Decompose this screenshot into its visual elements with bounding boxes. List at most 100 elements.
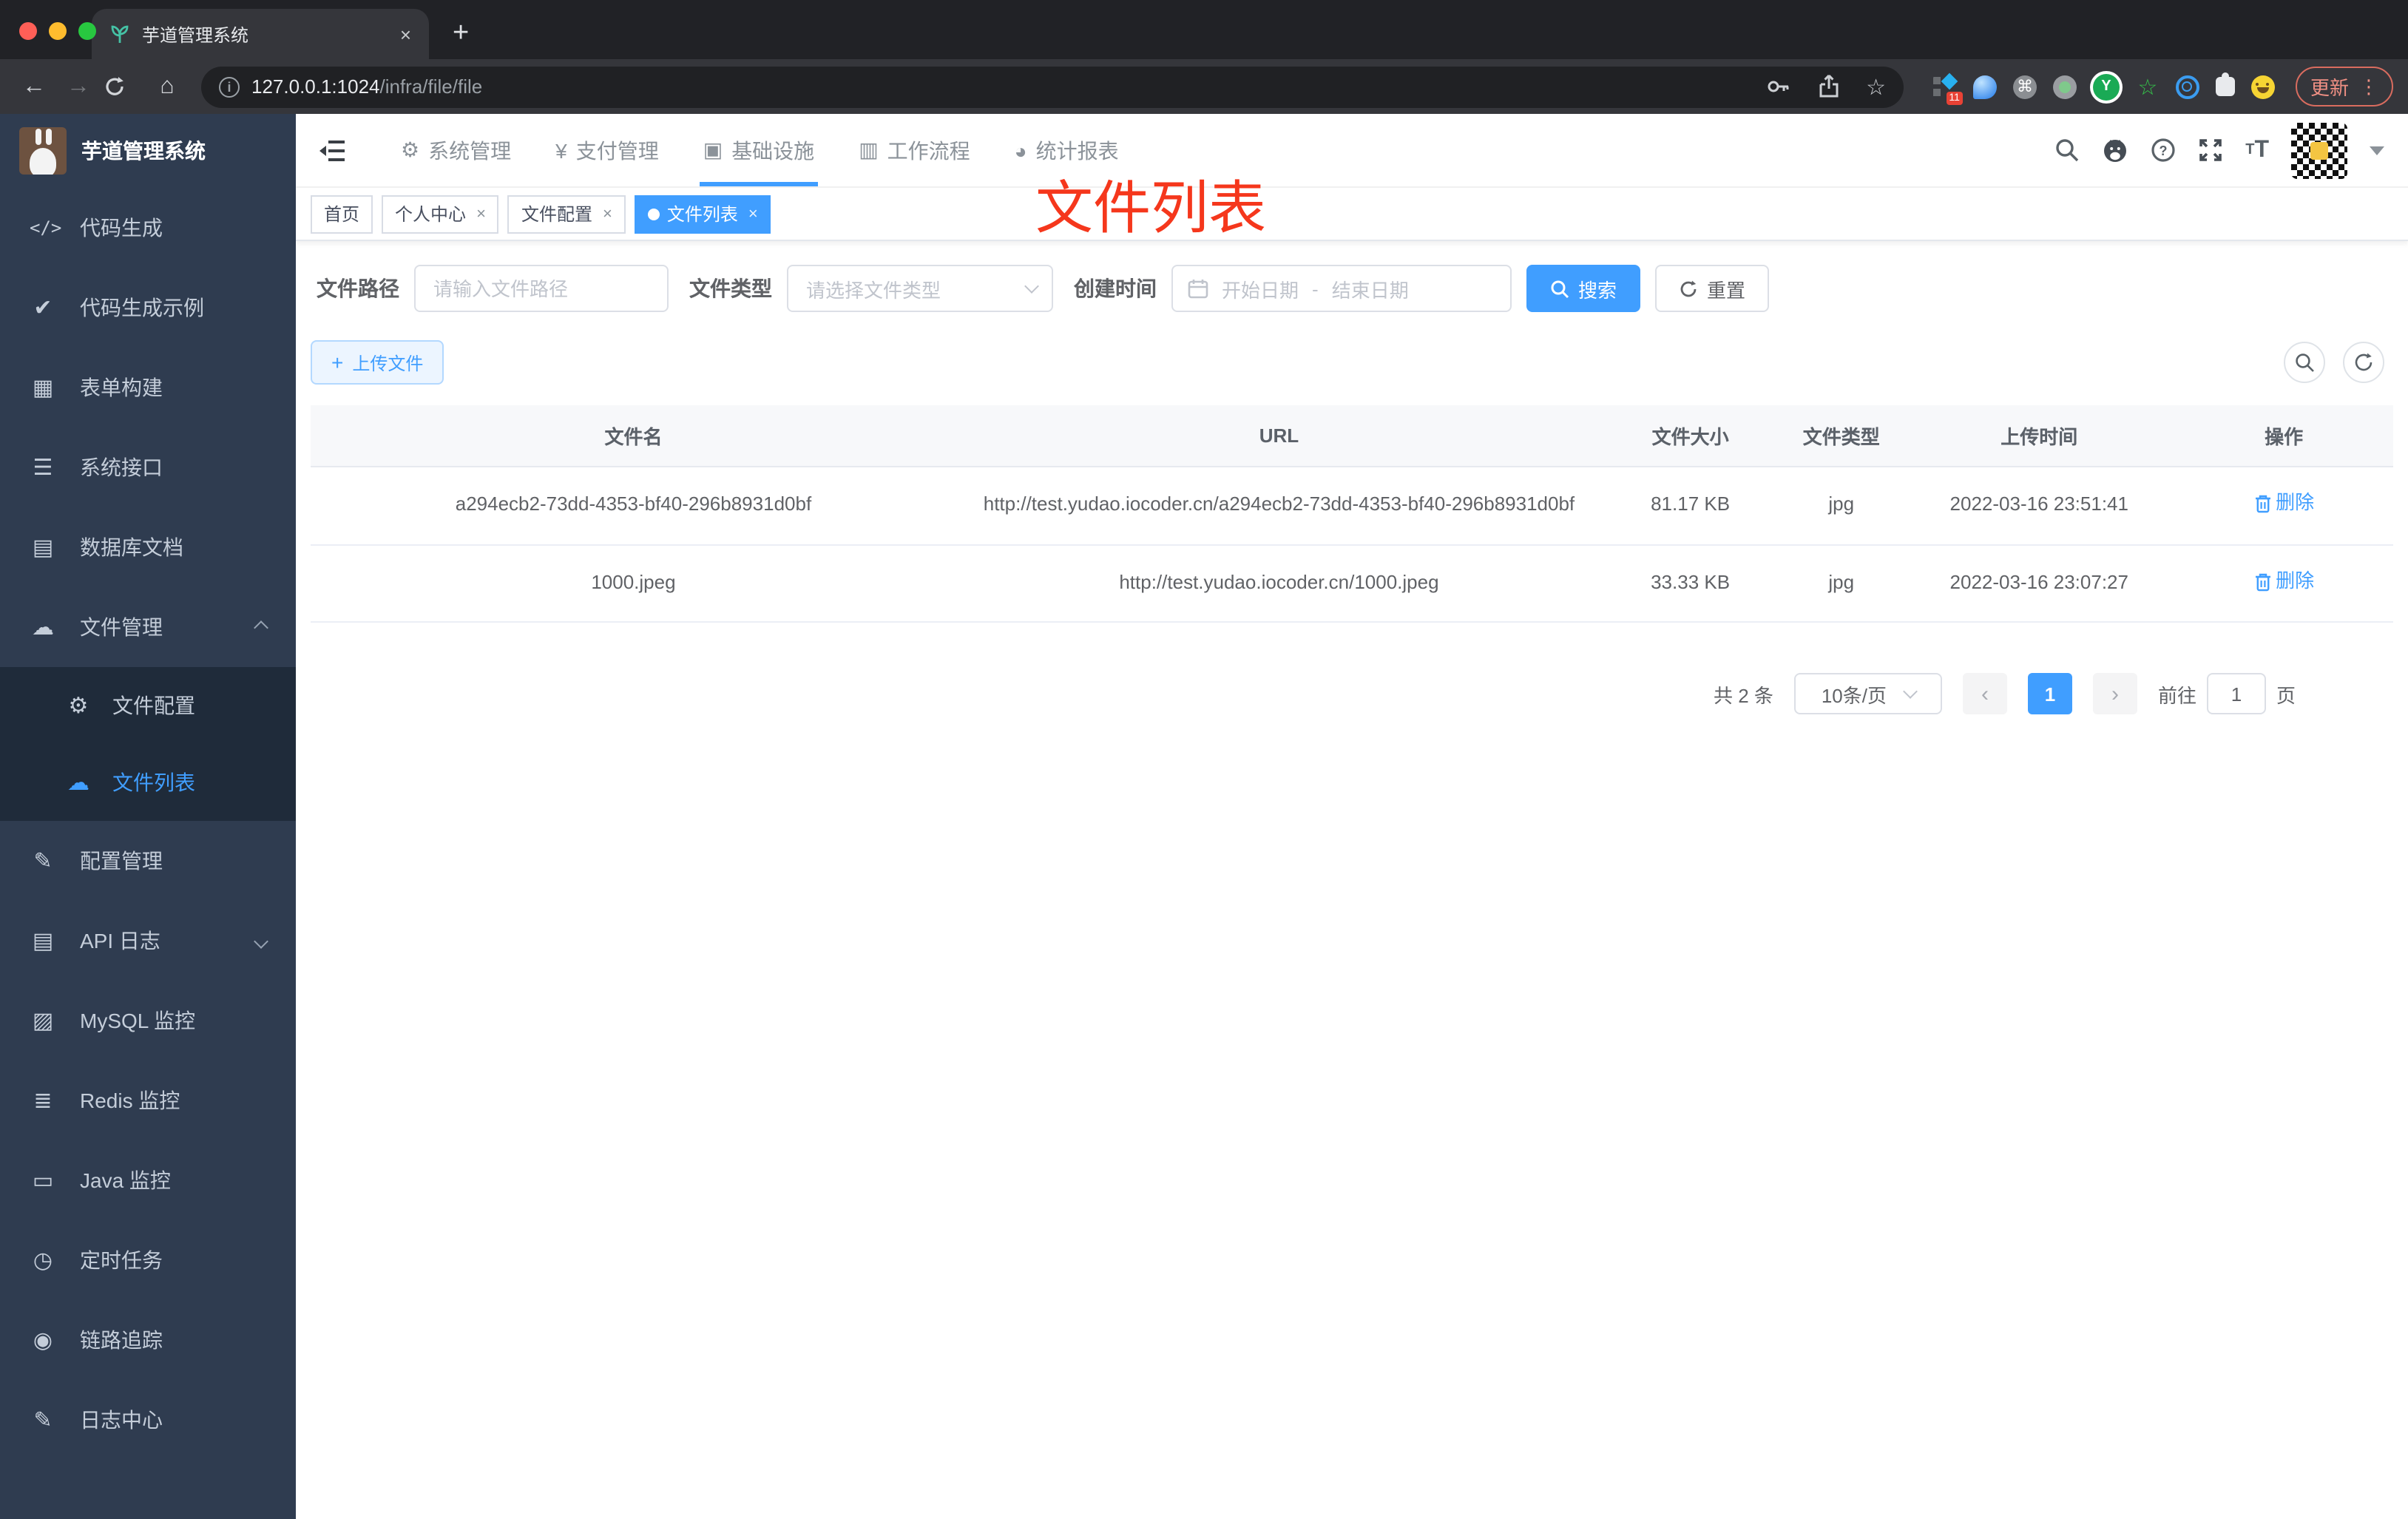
file-path-input[interactable] [414,265,669,312]
collapse-sidebar-icon[interactable] [319,138,346,162]
nav-infrastructure[interactable]: ▣ 基础设施 [681,114,836,186]
kebab-menu-icon: ⋮ [2359,75,2378,97]
sidebar-item-code-demo[interactable]: ✔ 代码生成示例 [0,268,296,348]
sidebar-item-form-builder[interactable]: ▦ 表单构建 [0,348,296,427]
extension-grid-diamond-icon[interactable]: 11 [1932,72,1963,104]
extension-pin-icon[interactable] [1972,75,1997,98]
help-icon[interactable]: ? [2151,138,2176,163]
sidebar-item-config-manage[interactable]: ✎ 配置管理 [0,821,296,901]
file-path-label: 文件路径 [317,277,399,300]
browser-tab[interactable]: 芋道管理系统 × [92,9,429,59]
close-window-button[interactable] [19,22,37,40]
sidebar-item-log-center[interactable]: ✎ 日志中心 [0,1380,296,1460]
extension-command-icon[interactable]: ⌘ [2012,75,2037,98]
close-icon[interactable]: × [476,205,486,223]
extension-emoji-icon[interactable] [2250,75,2275,98]
layers-icon: ≣ [33,1089,53,1114]
delete-button[interactable]: 删除 [2253,566,2314,597]
extension-y-icon[interactable]: Y [2092,73,2120,100]
extension-record-icon[interactable] [2052,75,2077,98]
sidebar-item-system-api[interactable]: ☰ 系统接口 [0,427,296,507]
form-icon: ▦ [32,376,54,401]
avatar-caret-icon[interactable] [2370,146,2384,155]
nav-pay-manage[interactable]: ¥ 支付管理 [533,114,681,186]
shield-check-icon: ✔ [33,296,53,321]
forward-icon[interactable]: → [59,74,98,98]
edit-icon: ✎ [33,849,53,874]
search-button[interactable]: 搜索 [1526,265,1641,312]
avatar[interactable] [2291,122,2347,178]
tag-file-config[interactable]: 文件配置 × [507,194,626,233]
page-size-select[interactable]: 10条/页 [1793,673,1942,715]
file-type-select[interactable]: 请选择文件类型 [787,265,1053,312]
refresh-table-button[interactable] [2343,342,2384,383]
toggle-search-button[interactable] [2284,342,2325,383]
fullscreen-icon[interactable] [2198,138,2223,163]
active-dot [647,208,660,220]
password-key-icon[interactable] [1765,74,1790,99]
tag-file-list[interactable]: 文件列表 × [634,194,771,233]
header-right-tools: ? [2054,122,2384,178]
browser-update-menu[interactable]: 更新 ⋮ [2295,67,2393,106]
screenshot-viewport: 芋道管理系统 × + ← → ⌂ i 127.0.0.1:1024/infra/… [0,0,2408,1519]
sidebar-item-redis-monitor[interactable]: ≣ Redis 监控 [0,1060,296,1140]
sidebar-item-db-doc[interactable]: ▤ 数据库文档 [0,507,296,587]
next-page-button[interactable]: › [2092,673,2137,715]
font-size-icon[interactable] [2245,137,2269,163]
bookmark-star-icon[interactable]: ☆ [1866,73,1886,100]
search-icon[interactable] [2054,138,2080,163]
date-start-placeholder: 开始日期 [1222,279,1299,301]
date-range-picker[interactable]: 开始日期 - 结束日期 [1171,265,1512,312]
sidebar-item-mysql-monitor[interactable]: ▨ MySQL 监控 [0,981,296,1060]
page-1-button[interactable]: 1 [2027,673,2072,715]
sidebar-item-file-manage[interactable]: ☁ 文件管理 [0,587,296,667]
nav-report[interactable]: ◕ 统计报表 [992,114,1141,186]
site-info-icon[interactable]: i [219,76,240,97]
monitor-icon: ▭ [32,1168,54,1194]
sidebar-item-file-config[interactable]: ⚙ 文件配置 [0,667,296,744]
sidebar-item-java-monitor[interactable]: ▭ Java 监控 [0,1140,296,1220]
table-header-row: 文件名 URL 文件大小 文件类型 上传时间 操作 [311,405,2393,467]
extension-star-icon[interactable]: ☆ [2136,75,2160,100]
new-tab-button[interactable]: + [453,19,469,47]
reset-button[interactable]: 重置 [1655,265,1770,312]
cell-file-name: a294ecb2-73dd-4353-bf40-296b8931d0bf [311,467,956,546]
upload-file-button[interactable]: + 上传文件 [311,340,444,385]
home-icon[interactable]: ⌂ [148,74,186,98]
zoom-window-button[interactable] [78,22,96,40]
extensions-puzzle-icon[interactable] [2215,72,2235,96]
col-file-name: 文件名 [311,405,956,467]
sidebar-item-trace[interactable]: ◉ 链路追踪 [0,1300,296,1380]
nav-workflow[interactable]: ▥ 工作流程 [836,114,992,186]
address-bar[interactable]: i 127.0.0.1:1024/infra/file/file ☆ [201,66,1904,107]
sidebar-item-code-gen[interactable]: </> 代码生成 [0,188,296,268]
extension-eye-icon[interactable] [2175,75,2199,98]
sidebar-item-api-log[interactable]: ▤ API 日志 [0,901,296,981]
nav-system-manage[interactable]: ⚙ 系统管理 [379,114,533,186]
tab-close-icon[interactable]: × [400,23,411,45]
reload-icon[interactable] [104,75,142,98]
sidebar-item-file-list[interactable]: ☁ 文件列表 [0,744,296,821]
pagination: 共 2 条 10条/页 ‹ 1 › 前往 页 [311,673,2393,715]
sidebar-submenu-file: ⚙ 文件配置 ☁ 文件列表 [0,667,296,821]
tag-profile[interactable]: 个人中心 × [382,194,499,233]
app-title: 芋道管理系统 [81,139,206,163]
doc-edit-icon: ✎ [33,1408,53,1433]
create-time-label: 创建时间 [1074,277,1157,300]
back-icon[interactable]: ← [15,74,53,98]
share-icon[interactable] [1817,74,1839,99]
tag-home[interactable]: 首页 [311,194,373,233]
close-icon[interactable]: × [748,205,758,223]
table-icon: ▤ [32,535,54,561]
jump-page-input[interactable] [2206,673,2266,715]
github-icon[interactable] [2102,137,2128,163]
extension-icons: 11 ⌘ Y ☆ [1932,72,2275,104]
sidebar-item-cron-job[interactable]: ◷ 定时任务 [0,1220,296,1300]
minimize-window-button[interactable] [49,22,67,40]
prev-page-button[interactable]: ‹ [1962,673,2007,715]
close-icon[interactable]: × [603,205,612,223]
code-icon: </> [30,217,62,238]
update-label: 更新 [2310,77,2349,99]
delete-button[interactable]: 删除 [2253,488,2314,519]
search-icon [2296,353,2314,372]
